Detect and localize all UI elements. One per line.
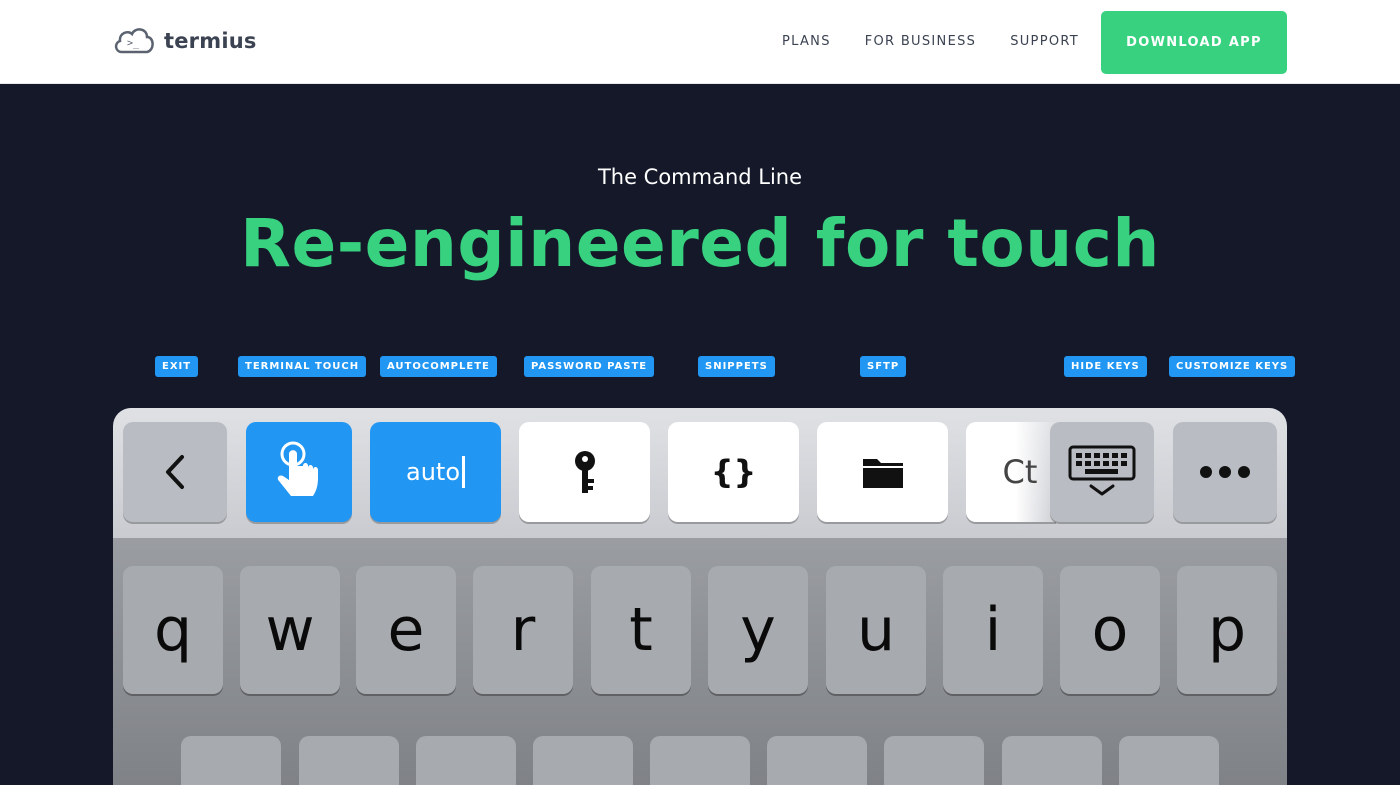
key-p[interactable]: p: [1177, 566, 1277, 694]
tag-sftp: SFTP: [860, 356, 907, 377]
svg-text:>_: >_: [127, 38, 140, 49]
key-icon: [574, 451, 595, 493]
tag-password-paste: PASSWORD PASTE: [524, 356, 655, 377]
software-keyboard: q w e r t y u i o p: [113, 538, 1287, 785]
hero-eyebrow: The Command Line: [597, 165, 803, 189]
key-r[interactable]: r: [473, 566, 573, 694]
text-cursor: [462, 456, 465, 488]
tag-autocomplete: AUTOCOMPLETE: [380, 356, 497, 377]
download-app-button[interactable]: DOWNLOAD APP: [1101, 11, 1287, 74]
customize-keys-key[interactable]: [1173, 422, 1277, 522]
terminal-touch-key[interactable]: [246, 422, 352, 522]
key-u[interactable]: u: [826, 566, 926, 694]
chevron-left-icon: [166, 455, 184, 489]
keyboard-illustration: auto {} Ct q w e r t y u i o p: [113, 408, 1287, 785]
key-row2[interactable]: [767, 736, 867, 785]
tag-terminal-touch: TERMINAL TOUCH: [238, 356, 367, 377]
hero-title: Re-engineered for touch: [240, 205, 1160, 282]
key-o[interactable]: o: [1060, 566, 1160, 694]
nav-plans[interactable]: PLANS: [782, 34, 831, 49]
main-nav: PLANS FOR BUSINESS SUPPORT: [782, 34, 1079, 49]
key-row2[interactable]: [299, 736, 399, 785]
key-row2[interactable]: [650, 736, 750, 785]
hide-keys-key[interactable]: [1050, 422, 1154, 522]
password-paste-key[interactable]: [519, 422, 650, 522]
key-w[interactable]: w: [240, 566, 340, 694]
partial-key-text: Ct: [1002, 453, 1038, 491]
autocomplete-key[interactable]: auto: [370, 422, 501, 522]
tag-snippets: SNIPPETS: [698, 356, 775, 377]
sftp-key[interactable]: [817, 422, 948, 522]
tap-finger-icon: [277, 441, 318, 496]
key-e[interactable]: e: [356, 566, 456, 694]
nav-for-business[interactable]: FOR BUSINESS: [865, 34, 976, 49]
key-row2[interactable]: [1002, 736, 1102, 785]
more-icon: [1200, 466, 1250, 478]
folder-icon: [862, 459, 903, 488]
key-row2[interactable]: [1119, 736, 1219, 785]
accessory-key-bar: auto {} Ct: [113, 408, 1287, 538]
top-navigation-bar: >_ termius PLANS FOR BUSINESS SUPPORT DO…: [0, 0, 1400, 84]
tag-customize-keys: CUSTOMIZE KEYS: [1169, 356, 1296, 377]
partial-key[interactable]: Ct: [966, 422, 1056, 522]
key-row2[interactable]: [181, 736, 281, 785]
snippets-key[interactable]: {}: [668, 422, 799, 522]
nav-support[interactable]: SUPPORT: [1010, 34, 1079, 49]
key-row2[interactable]: [416, 736, 516, 785]
snippets-icon: {}: [710, 453, 757, 491]
key-t[interactable]: t: [591, 566, 691, 694]
autocomplete-text: auto: [405, 458, 460, 486]
key-y[interactable]: y: [708, 566, 808, 694]
key-i[interactable]: i: [943, 566, 1043, 694]
keyboard-hide-icon: [1068, 445, 1136, 496]
key-row2[interactable]: [884, 736, 984, 785]
exit-key[interactable]: [123, 422, 227, 522]
cloud-terminal-icon: >_: [114, 28, 154, 54]
tag-hide-keys: HIDE KEYS: [1064, 356, 1147, 377]
key-row2[interactable]: [533, 736, 633, 785]
logo-text: termius: [164, 29, 257, 53]
termius-logo[interactable]: >_ termius: [112, 22, 257, 60]
tag-exit: EXIT: [155, 356, 199, 377]
key-q[interactable]: q: [123, 566, 223, 694]
